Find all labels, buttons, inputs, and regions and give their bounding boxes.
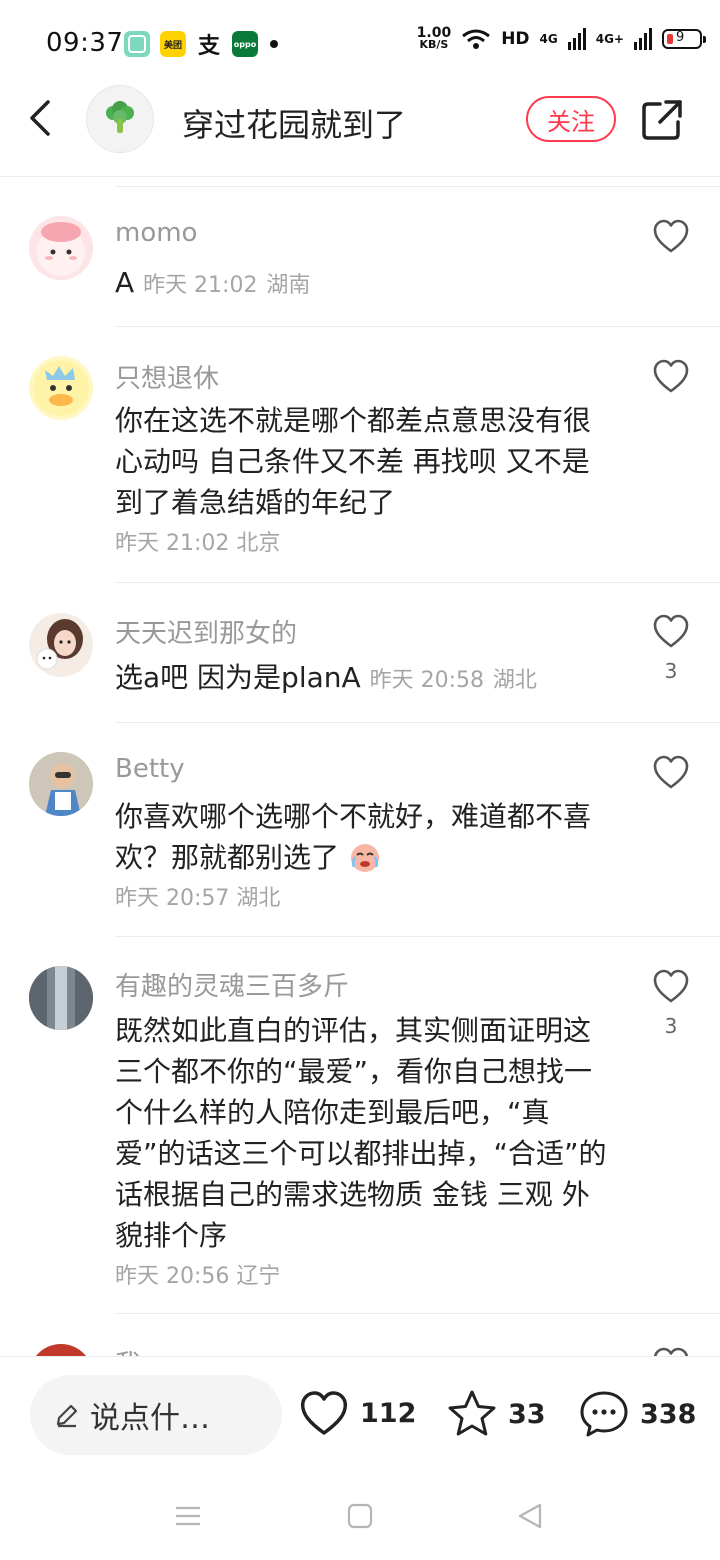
- alipay-icon: 支: [196, 31, 222, 59]
- share-icon[interactable]: [640, 98, 684, 142]
- home-icon[interactable]: [346, 1502, 374, 1530]
- comment-item: 我: [0, 1338, 720, 1356]
- comment-body[interactable]: 你喜欢哪个选哪个不就好，难道都不喜欢？那就都别选了: [115, 796, 615, 878]
- follow-button[interactable]: 关注: [526, 96, 616, 142]
- post-header: 穿过花园就到了 关注: [0, 84, 720, 176]
- comment-location: 湖北: [492, 668, 537, 693]
- comment-divider: [115, 326, 720, 327]
- comment-meta: 昨天 21:02 北京: [115, 525, 280, 557]
- child-photo-avatar: [29, 752, 93, 816]
- broccoli-icon: [106, 101, 134, 133]
- status-time: 09:37: [46, 28, 124, 58]
- wifi-icon: [462, 29, 491, 49]
- heart-icon: [300, 1391, 348, 1435]
- net-speed: 1.00 KB/S: [416, 25, 452, 51]
- meituan-icon: 美团: [160, 31, 186, 57]
- status-right: 1.00 KB/S HD 4G 4G+ 9: [416, 25, 706, 51]
- commenter-name[interactable]: 天天迟到那女的: [115, 613, 297, 650]
- signal-4gplus-label: 4G+: [595, 32, 624, 46]
- favorite-button[interactable]: 33: [446, 1389, 546, 1439]
- like-icon[interactable]: [652, 1346, 690, 1356]
- duck-avatar: [33, 360, 89, 416]
- comment-divider: [115, 186, 720, 187]
- comment-count: 338: [640, 1398, 697, 1430]
- like-icon[interactable]: [652, 218, 690, 254]
- commenter-avatar[interactable]: [29, 216, 93, 280]
- alley-photo-avatar: [29, 966, 93, 1030]
- commenter-avatar[interactable]: [29, 966, 93, 1030]
- like-count: 112: [360, 1397, 417, 1429]
- comment-location: 湖南: [266, 273, 311, 298]
- comment-meta: 昨天 20:57 湖北: [115, 880, 280, 912]
- author-name[interactable]: 穿过花园就到了: [182, 100, 406, 146]
- author-avatar[interactable]: [86, 85, 154, 153]
- bottom-action-bar: 说点什… 112 33 338: [0, 1356, 720, 1477]
- like-count: 3: [664, 1014, 678, 1038]
- commenter-name[interactable]: momo: [115, 218, 197, 248]
- comment-divider: [115, 582, 720, 583]
- commenter-avatar[interactable]: [29, 752, 93, 816]
- comment-time: 昨天 21:02: [143, 273, 258, 298]
- comment-button[interactable]: 338: [578, 1389, 696, 1439]
- comment-body[interactable]: A 昨天 21:02 湖南: [115, 262, 615, 306]
- oppo-icon: oppo: [232, 31, 258, 57]
- comment-location: 辽宁: [236, 1264, 281, 1289]
- battery-icon: 9: [662, 29, 706, 49]
- comment-location: 湖北: [236, 886, 281, 911]
- notification-icons: 美团 支 oppo: [124, 31, 278, 59]
- favorite-count: 33: [508, 1398, 546, 1430]
- comment-time: 昨天 20:58: [369, 668, 484, 693]
- crying-laughing-emoji-icon: [350, 844, 379, 872]
- comment-location: 北京: [236, 531, 281, 556]
- comment-divider: [115, 1313, 720, 1314]
- comment-body[interactable]: 选a吧 因为是planA 昨天 20:58 湖北: [115, 657, 615, 701]
- pencil-icon: [56, 1404, 78, 1428]
- girl-with-dog-avatar: [36, 619, 83, 670]
- commenter-avatar[interactable]: [29, 356, 93, 420]
- green-app-icon: [124, 31, 150, 57]
- comment-text[interactable]: 既然如此直白的评估，其实侧面证明这三个都不你的“最爱”，看你自己想找一个什么样的…: [115, 1010, 615, 1256]
- comment-divider: [115, 936, 720, 937]
- signal-4g-label: 4G: [539, 32, 558, 46]
- like-count: 3: [664, 659, 678, 683]
- comment-divider: [115, 722, 720, 723]
- comment-input[interactable]: 说点什…: [30, 1375, 282, 1455]
- back-icon[interactable]: [22, 98, 62, 138]
- chat-bubble-icon: [580, 1391, 628, 1437]
- signal-icon-2: [634, 28, 652, 50]
- like-icon[interactable]: [652, 613, 690, 649]
- hd-label: HD: [501, 29, 530, 49]
- comment-input-placeholder: 说点什…: [90, 1401, 210, 1436]
- comment-time: 昨天 20:56: [115, 1264, 230, 1289]
- menu-icon[interactable]: [174, 1502, 202, 1530]
- like-icon[interactable]: [652, 968, 690, 1004]
- like-button[interactable]: 112: [298, 1389, 416, 1437]
- header-divider: [0, 176, 720, 177]
- commenter-name[interactable]: Betty: [115, 754, 185, 784]
- pink-cartoon-avatar: [37, 222, 85, 276]
- comment-text[interactable]: 你在这选不就是哪个都差点意思没有很心动吗 自己条件又不差 再找呗 又不是到了着急…: [115, 400, 615, 523]
- commenter-name[interactable]: 我: [115, 1344, 141, 1356]
- like-icon[interactable]: [652, 754, 690, 790]
- comment-time: 昨天 20:57: [115, 886, 230, 911]
- system-nav-bar: [0, 1476, 720, 1560]
- comment-meta: 昨天 20:56 辽宁: [115, 1258, 280, 1290]
- commenter-name[interactable]: 只想退休: [115, 358, 219, 395]
- comment-text: 选a吧 因为是planA: [115, 661, 361, 694]
- star-icon: [448, 1390, 496, 1436]
- status-bar: 09:37 美团 支 oppo 1.00 KB/S HD 4G 4G+ 9: [0, 0, 720, 84]
- commenter-avatar[interactable]: [29, 1344, 93, 1356]
- back-nav-icon[interactable]: [516, 1502, 544, 1530]
- commenter-avatar[interactable]: [29, 613, 93, 677]
- more-notifications-dot: [270, 40, 278, 48]
- comment-time: 昨天 21:02: [115, 531, 230, 556]
- comment-text: A: [115, 266, 135, 299]
- commenter-name[interactable]: 有趣的灵魂三百多斤: [115, 966, 349, 1003]
- like-icon[interactable]: [652, 358, 690, 394]
- signal-icon: [567, 28, 586, 50]
